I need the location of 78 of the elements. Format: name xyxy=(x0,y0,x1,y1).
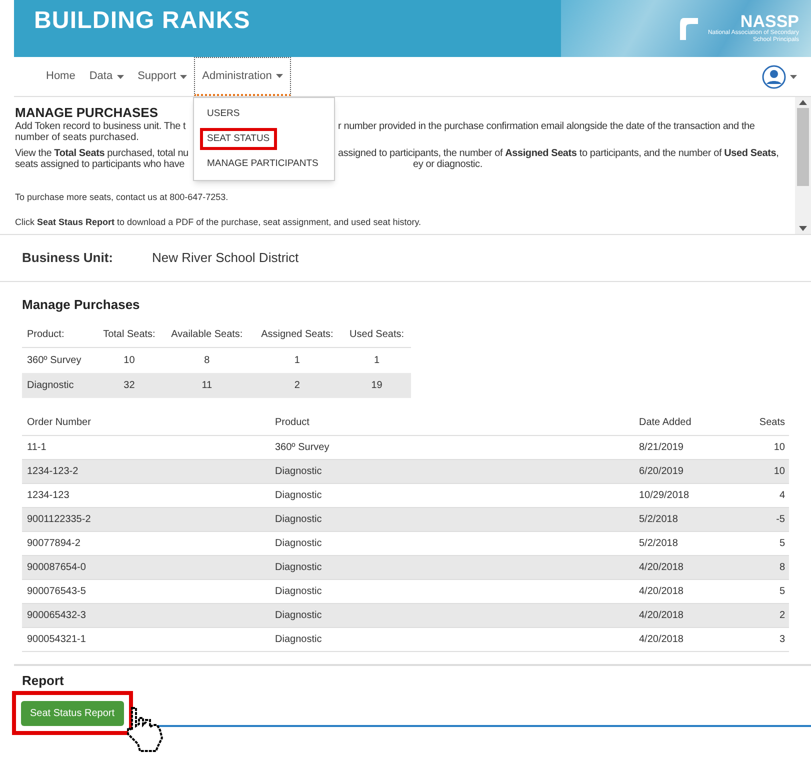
section-heading: Manage Purchases xyxy=(22,296,140,314)
app-title: BUILDING RANKS xyxy=(34,6,250,36)
table-cell: 360º Survey xyxy=(22,348,96,373)
table-cell: 2 xyxy=(252,373,343,398)
table-cell: 4/20/2018 xyxy=(634,556,736,580)
table-cell: Diagnostic xyxy=(270,580,634,604)
info-text: assigned to participants, the number of Assigned Seats to participants, and the number of Used Seats, xyxy=(338,148,779,159)
table-cell: 900087654-0 xyxy=(22,556,270,580)
table-cell: Diagnostic xyxy=(270,532,634,556)
table-cell: 1 xyxy=(342,348,411,373)
table-cell: 5/2/2018 xyxy=(634,508,736,532)
nav-link[interactable]: Support xyxy=(130,57,194,96)
table-cell: 900065432-3 xyxy=(22,604,270,628)
menu-item[interactable]: MANAGE PARTICIPANTS xyxy=(200,153,326,175)
table-cell: 8/21/2019 xyxy=(634,436,736,460)
table-cell: 9001122335-2 xyxy=(22,508,270,532)
info-text: View the Total Seats purchased, total nu xyxy=(15,148,190,159)
column-header: Product: xyxy=(22,322,96,348)
table-cell: Diagnostic xyxy=(22,373,96,398)
table-cell: 32 xyxy=(96,373,162,398)
column-header: Assigned Seats: xyxy=(252,322,343,348)
logo-name: NASSP xyxy=(740,12,799,30)
table-cell: 10/29/2018 xyxy=(634,484,736,508)
column-header: Product xyxy=(270,410,634,436)
table-cell: 4/20/2018 xyxy=(634,628,736,652)
table-cell: Diagnostic xyxy=(270,508,634,532)
table-cell: Diagnostic xyxy=(270,628,634,652)
table-cell: 5 xyxy=(736,580,789,604)
table-cell: 5/2/2018 xyxy=(634,532,736,556)
table-cell: 4 xyxy=(736,484,789,508)
table-cell: 19 xyxy=(342,373,411,398)
table-cell: 1234-123-2 xyxy=(22,460,270,484)
column-header: Available Seats: xyxy=(162,322,252,348)
table-cell: Diagnostic xyxy=(270,484,634,508)
info-text: ey or diagnostic. xyxy=(413,159,482,170)
table-cell: 900076543-5 xyxy=(22,580,270,604)
info-text: Click Seat Staus Report to download a PDF of the purchase, seat assignment, and used seat history. xyxy=(15,217,422,228)
table-cell: 8 xyxy=(736,556,789,580)
table-cell: 4/20/2018 xyxy=(634,604,736,628)
column-header: Order Number xyxy=(22,410,270,436)
info-text: seats assigned to participants who have xyxy=(15,159,186,170)
table-cell: 1234-123 xyxy=(22,484,270,508)
seat-status-report-button[interactable]: Seat Status Report xyxy=(21,700,124,726)
table-cell: 3 xyxy=(736,628,789,652)
info-text: r number provided in the purchase confirmation email alongside the date of the transaction and the xyxy=(338,121,755,132)
table-cell: 90077894-2 xyxy=(22,532,270,556)
column-header: Date Added xyxy=(634,410,736,436)
table-cell: Diagnostic xyxy=(270,460,634,484)
contact-text: To purchase more seats, contact us at 800-647-7253. xyxy=(15,192,228,203)
table-cell: Diagnostic xyxy=(270,604,634,628)
table-cell: 2 xyxy=(736,604,789,628)
business-unit-value: New River School District xyxy=(152,249,299,267)
nav-link[interactable]: Data xyxy=(82,57,131,96)
section-heading: Report xyxy=(22,672,64,690)
info-text: Add Token record to business unit. The t xyxy=(15,121,187,132)
table-cell: 10 xyxy=(736,436,789,460)
table-cell: 360º Survey xyxy=(270,436,634,460)
info-text: number of seats purchased. xyxy=(15,132,139,143)
column-header: Used Seats: xyxy=(342,322,411,348)
section-title: MANAGE PURCHASES xyxy=(15,107,158,118)
menu-item[interactable]: SEAT STATUS xyxy=(200,128,277,150)
table-cell: 11-1 xyxy=(22,436,270,460)
table-cell: -5 xyxy=(736,508,789,532)
column-header: Seats xyxy=(736,410,789,436)
table-cell: 4/20/2018 xyxy=(634,580,736,604)
table-cell: 900054321-1 xyxy=(22,628,270,652)
menu-item[interactable]: USERS xyxy=(200,103,247,125)
nav-link[interactable]: Home xyxy=(39,57,82,96)
table-cell: 6/20/2019 xyxy=(634,460,736,484)
table-cell: 8 xyxy=(162,348,252,373)
column-header: Total Seats: xyxy=(96,322,162,348)
table-cell: 10 xyxy=(96,348,162,373)
table-cell: 11 xyxy=(162,373,252,398)
table-cell: 10 xyxy=(736,460,789,484)
business-unit-label: Business Unit: xyxy=(22,249,114,267)
table-cell: 5 xyxy=(736,532,789,556)
table-cell: Diagnostic xyxy=(270,556,634,580)
table-cell: 1 xyxy=(252,348,343,373)
